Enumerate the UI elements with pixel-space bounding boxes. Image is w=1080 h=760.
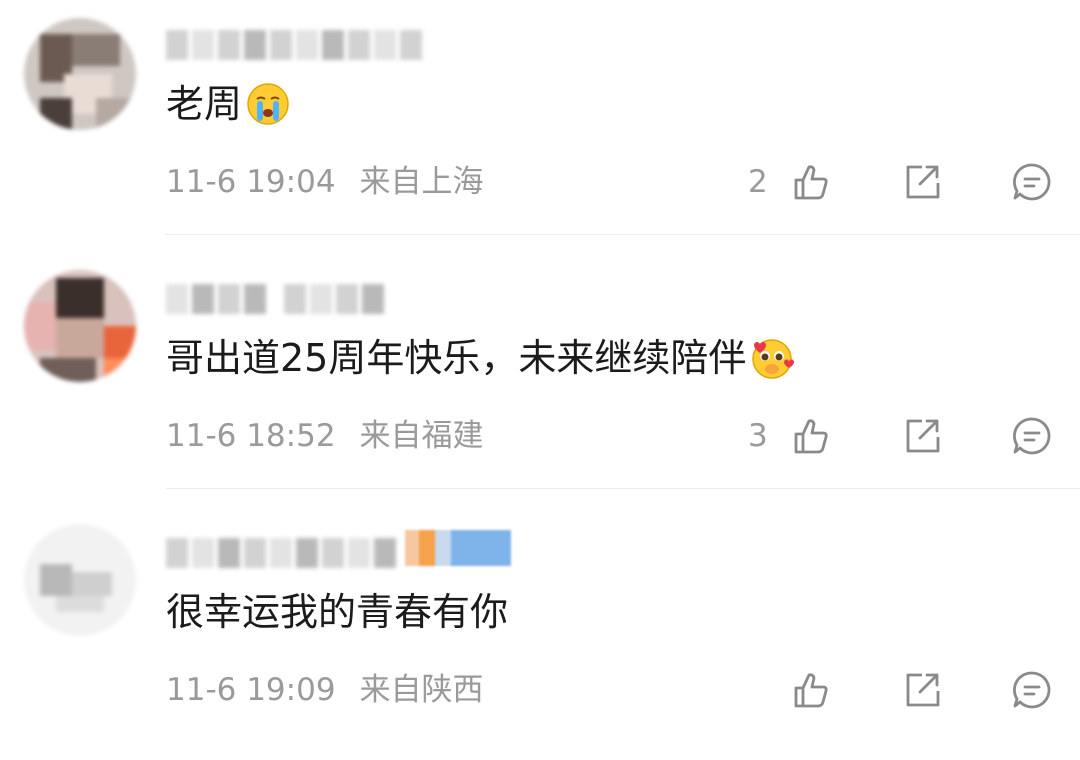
avatar[interactable]	[24, 270, 136, 382]
comment-item: 哥出道25周年快乐，未来继续陪伴 11-6 18:52 来自福建 3	[0, 254, 1080, 506]
comment-text: 老周	[166, 80, 290, 128]
comment-meta: 11-6 19:09 来自陕西	[166, 668, 484, 712]
share-icon[interactable]	[900, 668, 944, 712]
username-blurred[interactable]	[166, 30, 422, 60]
user-badge	[405, 530, 511, 566]
comment-body: 很幸运我的青春有你	[166, 590, 509, 634]
thumbs-up-icon[interactable]	[790, 414, 834, 458]
comment-item: 老周 11-6 19:04 来自上海 2	[0, 0, 1080, 252]
avatar[interactable]	[24, 524, 136, 636]
thumbs-up-icon[interactable]	[790, 160, 834, 204]
like-count: 3	[748, 418, 768, 454]
comment-text: 很幸运我的青春有你	[166, 588, 508, 636]
comment-item: 很幸运我的青春有你 11-6 19:09 来自陕西	[0, 508, 1080, 760]
username-blurred[interactable]	[166, 284, 384, 314]
comment-icon[interactable]	[1010, 414, 1054, 458]
comment-location: 来自上海	[359, 164, 484, 200]
divider	[166, 488, 1080, 489]
comment-icon[interactable]	[1010, 668, 1054, 712]
comment-meta: 11-6 19:04 来自上海	[166, 160, 484, 204]
share-icon[interactable]	[900, 414, 944, 458]
comment-location: 来自陕西	[359, 672, 484, 708]
share-icon[interactable]	[900, 160, 944, 204]
avatar[interactable]	[24, 18, 136, 130]
comment-body: 老周	[166, 82, 243, 126]
comment-time: 11-6 19:09	[166, 672, 336, 708]
comment-text: 哥出道25周年快乐，未来继续陪伴	[166, 334, 795, 382]
comment-time: 11-6 19:04	[166, 164, 336, 200]
comment-meta: 11-6 18:52 来自福建	[166, 414, 484, 458]
pleading-face-hearts-icon	[752, 339, 795, 379]
like-count: 2	[748, 164, 768, 200]
comment-time: 11-6 18:52	[166, 418, 336, 454]
comment-icon[interactable]	[1010, 160, 1054, 204]
comment-location: 来自福建	[359, 418, 484, 454]
thumbs-up-icon[interactable]	[790, 668, 834, 712]
divider	[166, 234, 1080, 235]
username-blurred[interactable]	[166, 538, 396, 568]
comment-body: 哥出道25周年快乐，未来继续陪伴	[166, 336, 747, 380]
crying-face-icon	[247, 83, 289, 125]
